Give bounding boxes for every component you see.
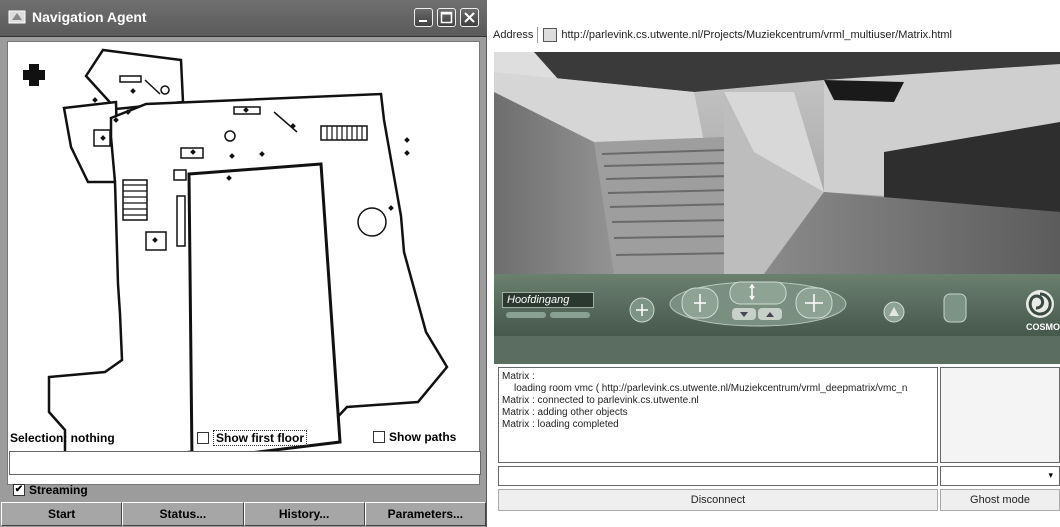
close-icon[interactable] <box>460 8 479 27</box>
disconnect-button[interactable]: Disconnect <box>498 489 938 511</box>
floor-map-drawing <box>23 48 449 472</box>
cosmo-controls <box>506 281 967 327</box>
map-pillar-2 <box>224 130 236 142</box>
status-button[interactable]: Status... <box>122 502 244 526</box>
address-bar: Address http://parlevink.cs.utwente.nl/P… <box>493 25 952 45</box>
ghost-mode-button[interactable]: Ghost mode <box>940 489 1060 511</box>
chat-input[interactable] <box>498 466 938 486</box>
status-row: Selection: nothing Show first floor Show… <box>0 427 487 447</box>
control-strip <box>494 336 1060 364</box>
checkbox-box[interactable] <box>197 432 209 444</box>
chat-line: loading room vmc ( http://parlevink.cs.u… <box>514 383 908 394</box>
straighten-icon[interactable] <box>943 293 967 323</box>
map-bar <box>176 195 186 247</box>
map-pillar <box>160 85 170 95</box>
map-staircase-left <box>122 179 148 221</box>
chevron-down-icon[interactable]: ▾ <box>1048 471 1053 481</box>
viewpoint-next-icon[interactable] <box>550 312 590 318</box>
show-paths-label: Show paths <box>389 430 457 444</box>
chat-line: Matrix : connected to parlevink.cs.utwen… <box>502 395 699 406</box>
map-round-room <box>357 207 387 237</box>
nav-button-bar: Start Status... History... Parameters... <box>1 502 486 526</box>
vrml-3d-view[interactable] <box>494 52 1060 274</box>
map-plus-icon <box>23 64 45 86</box>
streaming-label: Streaming <box>29 483 88 497</box>
address-label: Address <box>493 29 534 41</box>
selection-text-field[interactable] <box>9 451 481 475</box>
history-button[interactable]: History... <box>243 502 365 526</box>
chat-log: Matrix : loading room vmc ( http://parle… <box>498 367 938 463</box>
map-counter <box>173 169 187 181</box>
pan-icon[interactable] <box>729 281 787 305</box>
selection-label: Selection: nothing <box>10 431 115 445</box>
user-list[interactable] <box>940 367 1060 463</box>
cosmo-logo-text: COSMO <box>1025 322 1060 332</box>
vrml-scene <box>494 52 1060 274</box>
divider <box>537 27 539 43</box>
parameters-button[interactable]: Parameters... <box>364 502 486 526</box>
show-paths-checkbox[interactable]: Show paths <box>373 430 456 444</box>
map-staircase-top <box>320 125 368 141</box>
floor-map[interactable] <box>7 41 480 485</box>
app-icon <box>8 10 26 24</box>
address-url[interactable]: http://parlevink.cs.utwente.nl/Projects/… <box>561 29 952 41</box>
checkbox-checked[interactable]: ✔ <box>13 484 25 496</box>
chat-line: Matrix : <box>502 371 535 382</box>
page-icon <box>543 28 558 42</box>
start-button[interactable]: Start <box>1 502 123 526</box>
checkbox-box[interactable] <box>373 431 385 443</box>
chat-line: Matrix : loading completed <box>502 419 619 430</box>
navigation-agent-window: Navigation Agent Selection: nothing Show… <box>0 0 487 527</box>
show-first-floor-checkbox[interactable]: Show first floor <box>197 430 307 446</box>
window-title: Navigation Agent <box>32 9 147 25</box>
viewpoint-prev-icon[interactable] <box>506 312 546 318</box>
show-first-floor-label: Show first floor <box>213 430 307 446</box>
window-titlebar[interactable]: Navigation Agent <box>0 0 487 37</box>
minimize-icon[interactable] <box>414 8 433 27</box>
map-room-center <box>187 162 342 462</box>
map-door <box>119 75 142 83</box>
maximize-icon[interactable] <box>437 8 456 27</box>
streaming-checkbox[interactable]: ✔ Streaming <box>13 483 88 497</box>
cosmo-control-panel: Hoofdingang COSMO <box>494 274 1060 336</box>
chat-line: Matrix : adding other objects <box>502 407 628 418</box>
mode-select[interactable]: ▾ <box>940 466 1060 486</box>
